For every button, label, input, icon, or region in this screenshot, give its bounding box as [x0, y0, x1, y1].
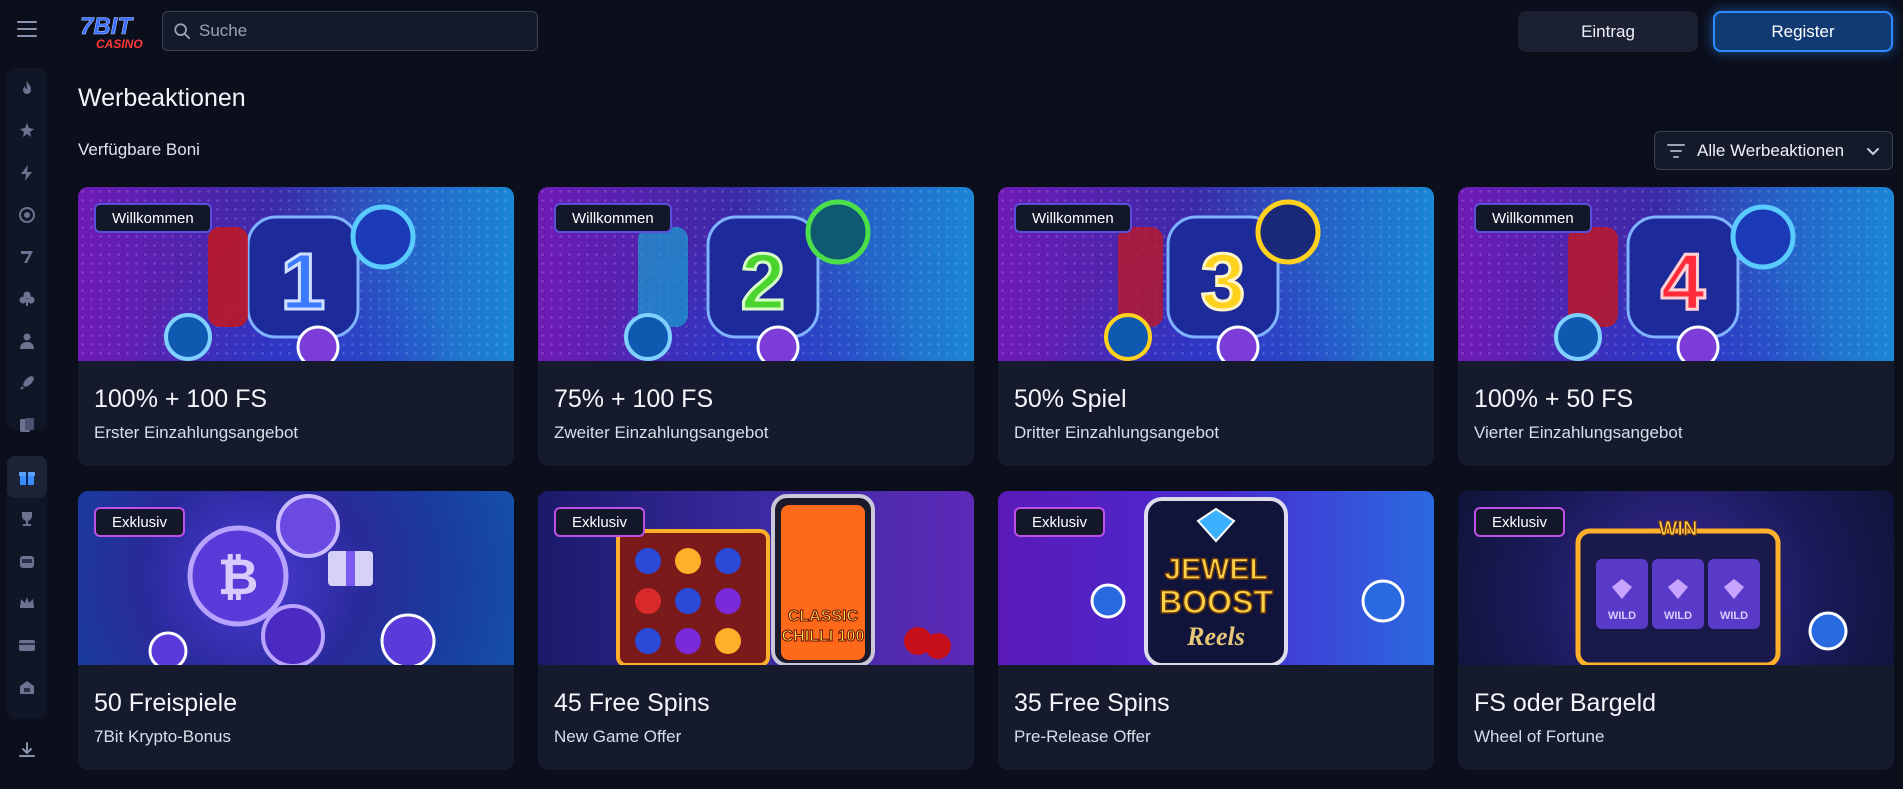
- svg-text:WILD: WILD: [1608, 610, 1636, 622]
- promo-card-pre-release[interactable]: JEWEL BOOST Reels Exklusiv 35 Free Spins…: [998, 491, 1434, 770]
- sidebar-item-crash[interactable]: [7, 362, 47, 404]
- login-button[interactable]: Eintrag: [1518, 11, 1698, 52]
- sidebar-item-jackpots[interactable]: [7, 540, 47, 582]
- menu-icon[interactable]: [17, 21, 37, 37]
- promo-badge: Exklusiv: [554, 507, 646, 537]
- svg-text:WILD: WILD: [1720, 610, 1748, 622]
- svg-text:3: 3: [1201, 237, 1246, 326]
- promo-badge: Willkommen: [94, 203, 212, 233]
- cards-icon: [20, 418, 34, 432]
- slot-machine-icon: [20, 556, 34, 568]
- sidebar-item-hot[interactable]: [7, 68, 47, 110]
- svg-text:7BIT: 7BIT: [80, 13, 134, 40]
- svg-text:BOOST: BOOST: [1159, 584, 1273, 620]
- sidebar-item-payments[interactable]: [7, 624, 47, 666]
- download-icon[interactable]: [17, 740, 37, 760]
- clubs-icon: [19, 291, 35, 306]
- chevron-down-icon: [1867, 148, 1879, 156]
- svg-text:WIN: WIN: [1659, 518, 1698, 540]
- svg-text:CHILLI 100: CHILLI 100: [782, 628, 865, 645]
- sidebar-item-new[interactable]: [7, 110, 47, 152]
- promo-card-wheel[interactable]: WIN WILD WILD WILD Exklusiv FS oder Barg…: [1458, 491, 1894, 770]
- trophy-icon: [22, 512, 32, 526]
- rocket-icon: [20, 376, 34, 390]
- svg-text:CLASSIC: CLASSIC: [788, 608, 859, 625]
- promo-title: 75% + 100 FS: [554, 385, 714, 413]
- promo-badge: Willkommen: [1014, 203, 1132, 233]
- promotions-filter-dropdown[interactable]: Alle Werbeaktionen: [1654, 131, 1893, 170]
- svg-text:JEWEL: JEWEL: [1164, 553, 1267, 586]
- promo-title: 100% + 100 FS: [94, 385, 268, 413]
- svg-text:4: 4: [1661, 237, 1706, 326]
- promo-subtitle: New Game Offer: [554, 727, 682, 746]
- star-burst-icon: [20, 123, 34, 137]
- sidebar: [0, 0, 54, 789]
- sidebar-item-promotions[interactable]: [7, 456, 47, 498]
- dealer-icon: [20, 333, 34, 349]
- fire-icon: [23, 81, 31, 94]
- promo-subtitle: Zweiter Einzahlungsangebot: [554, 423, 769, 442]
- page-title: Werbeaktionen: [78, 84, 246, 112]
- promo-badge: Willkommen: [554, 203, 672, 233]
- vault-icon: [20, 681, 34, 694]
- promo-title: 35 Free Spins: [1014, 689, 1170, 717]
- sidebar-group-account: [7, 456, 47, 719]
- sidebar-group-games: [7, 68, 47, 432]
- promo-card-welcome-3[interactable]: 3 Willkommen 50% Spiel Dritter Einzahlun…: [998, 187, 1434, 466]
- promo-subtitle: Vierter Einzahlungsangebot: [1474, 423, 1683, 442]
- svg-text:WILD: WILD: [1664, 610, 1692, 622]
- filter-label: Alle Werbeaktionen: [1697, 140, 1845, 160]
- promo-card-new-game[interactable]: CLASSIC CHILLI 100 Exklusiv 45 Free Spin…: [538, 491, 974, 770]
- lightning-icon: [21, 165, 32, 181]
- promo-title: FS oder Bargeld: [1474, 689, 1657, 717]
- search-icon: [174, 23, 191, 40]
- gift-icon: [19, 472, 35, 485]
- promo-card-crypto[interactable]: ₿ Exklusiv 50 Freispiele 7Bit Krypto-Bon…: [78, 491, 514, 770]
- svg-text:₿: ₿: [218, 549, 259, 605]
- promo-title: 50% Spiel: [1014, 385, 1127, 413]
- sidebar-item-slots[interactable]: [7, 236, 47, 278]
- promo-subtitle: Pre-Release Offer: [1014, 727, 1151, 746]
- promo-title: 100% + 50 FS: [1474, 385, 1634, 413]
- register-button[interactable]: Register: [1713, 11, 1893, 52]
- promo-badge: Exklusiv: [1474, 507, 1566, 537]
- promo-subtitle: Dritter Einzahlungsangebot: [1014, 423, 1220, 442]
- promo-badge: Exklusiv: [1014, 507, 1106, 537]
- sidebar-item-fast[interactable]: [7, 152, 47, 194]
- section-label: Verfügbare Boni: [78, 140, 200, 159]
- seven-icon: [21, 251, 33, 263]
- wallet-icon: [19, 640, 35, 651]
- promo-subtitle: 7Bit Krypto-Bonus: [94, 727, 232, 746]
- search-box[interactable]: [162, 11, 538, 51]
- filter-icon: [1667, 143, 1685, 158]
- promo-badge: Willkommen: [1474, 203, 1592, 233]
- sidebar-item-table[interactable]: [7, 278, 47, 320]
- promo-card-welcome-1[interactable]: 1 Willkommen 100% + 100 FS Erster Einzah…: [78, 187, 514, 466]
- promo-subtitle: Wheel of Fortune: [1474, 727, 1605, 746]
- target-icon: [19, 207, 35, 223]
- sidebar-item-cashier[interactable]: [7, 666, 47, 708]
- sidebar-item-live[interactable]: [7, 320, 47, 362]
- crown-icon: [20, 597, 34, 608]
- sidebar-item-cards[interactable]: [7, 404, 47, 446]
- svg-text:2: 2: [741, 237, 786, 326]
- search-input[interactable]: [199, 21, 519, 41]
- promo-title: 45 Free Spins: [554, 689, 710, 717]
- promo-card-welcome-4[interactable]: 4 Willkommen 100% + 50 FS Vierter Einzah…: [1458, 187, 1894, 466]
- svg-text:Reels: Reels: [1186, 622, 1245, 651]
- sidebar-item-vip[interactable]: [7, 582, 47, 624]
- promo-card-welcome-2[interactable]: 2 Willkommen 75% + 100 FS Zweiter Einzah…: [538, 187, 974, 466]
- promo-subtitle: Erster Einzahlungsangebot: [94, 423, 299, 442]
- svg-text:1: 1: [281, 237, 326, 326]
- svg-text:CASINO: CASINO: [96, 37, 143, 51]
- brand-logo[interactable]: 7BIT CASINO: [78, 12, 148, 52]
- sidebar-item-bonus-buy[interactable]: [7, 194, 47, 236]
- promo-badge: Exklusiv: [94, 507, 186, 537]
- promo-title: 50 Freispiele: [94, 689, 238, 717]
- sidebar-item-tournaments[interactable]: [7, 498, 47, 540]
